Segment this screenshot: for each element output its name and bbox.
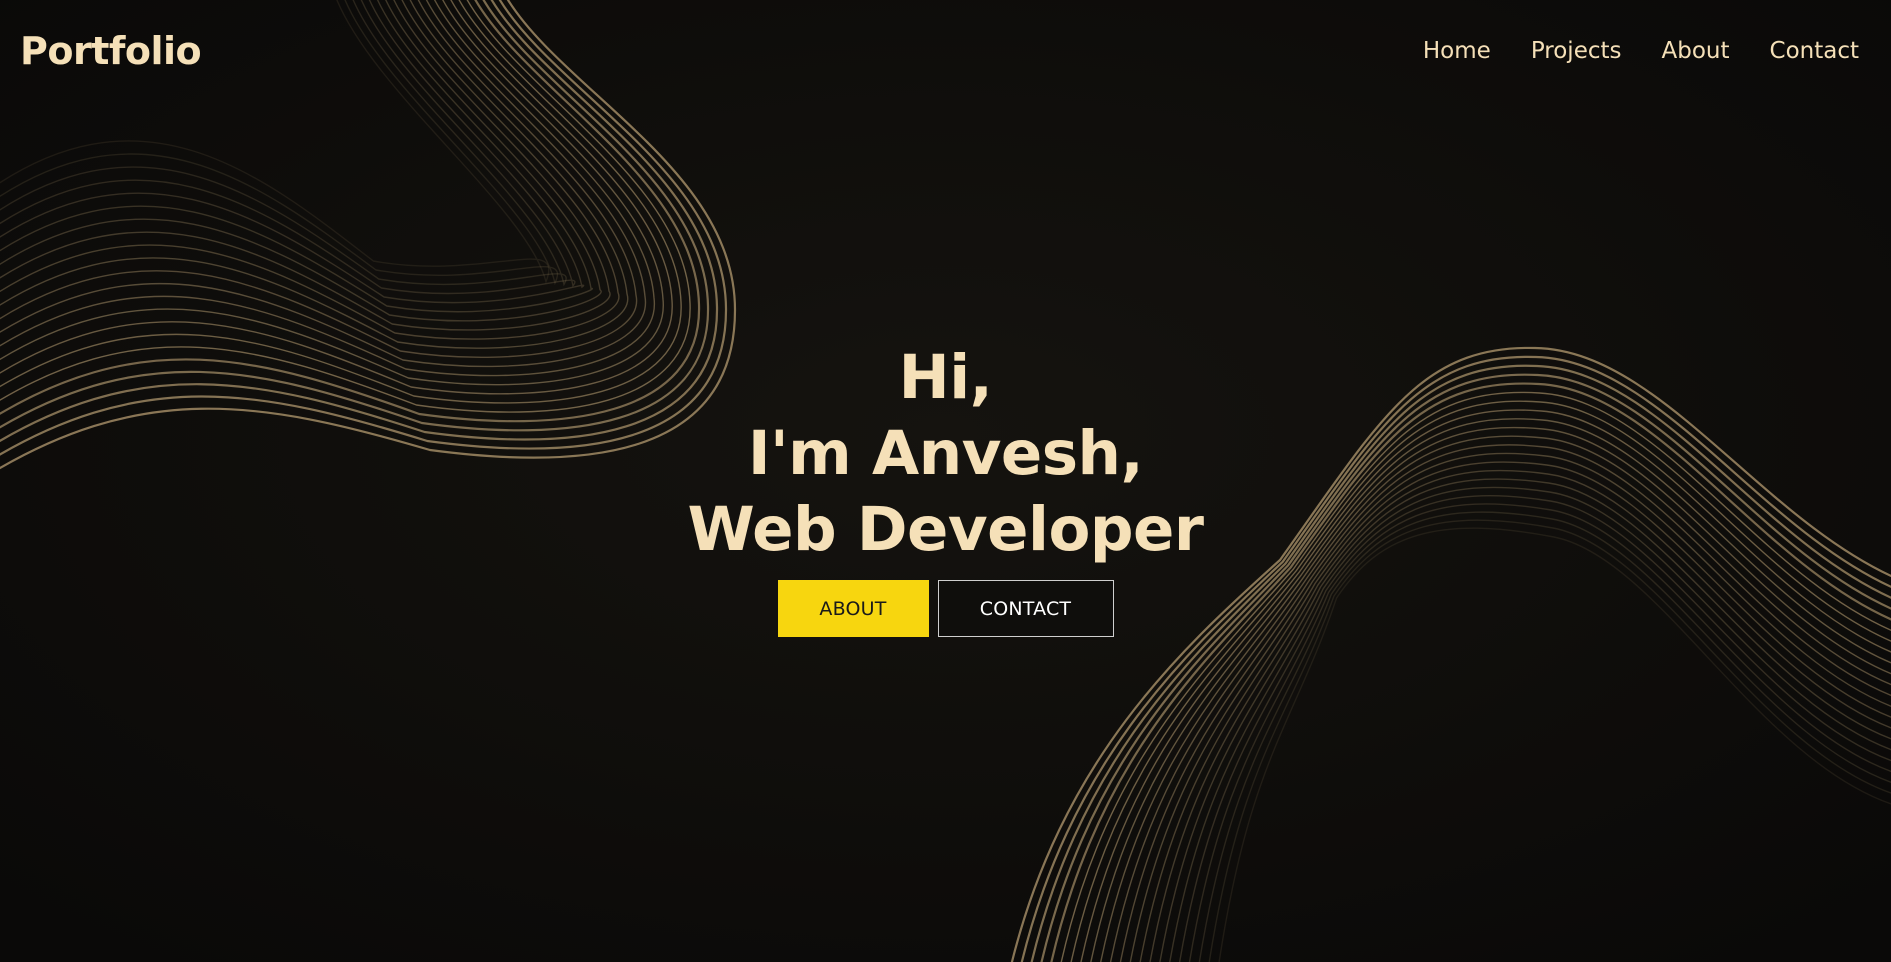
nav-projects-link[interactable]: Projects	[1531, 36, 1622, 66]
hero-section: Hi, I'm Anvesh, Web Developer ABOUT CONT…	[0, 340, 1891, 637]
hero-heading: Hi, I'm Anvesh, Web Developer	[0, 340, 1891, 568]
contact-button[interactable]: CONTACT	[937, 580, 1114, 637]
nav-about-link[interactable]: About	[1662, 36, 1730, 66]
about-button[interactable]: ABOUT	[777, 580, 929, 637]
hero-buttons: ABOUT CONTACT	[0, 580, 1891, 637]
hero-name: I'm Anvesh,	[747, 418, 1144, 489]
nav-home-link[interactable]: Home	[1423, 36, 1491, 66]
site-header: Portfolio Home Projects About Contact	[0, 0, 1891, 104]
hero-role: Web Developer	[687, 494, 1204, 565]
main-nav: Home Projects About Contact	[1423, 36, 1859, 66]
hero-greeting: Hi,	[898, 342, 993, 413]
logo[interactable]: Portfolio	[20, 28, 202, 74]
nav-contact-link[interactable]: Contact	[1770, 36, 1859, 66]
